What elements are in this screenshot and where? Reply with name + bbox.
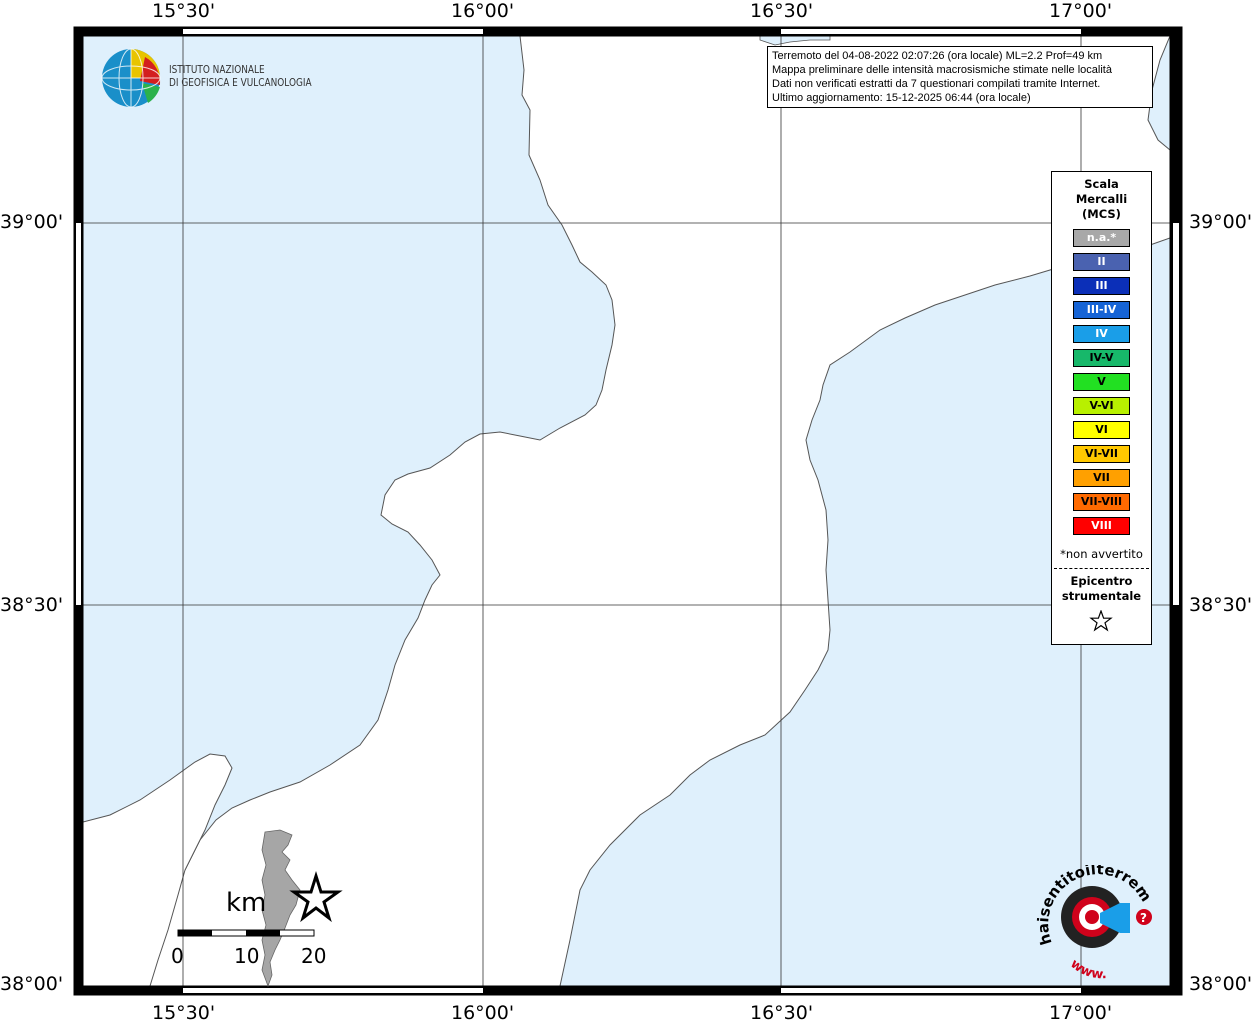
legend-swatch: III-IV [1073, 301, 1130, 319]
top-lon-label-4: 17°00' [1049, 0, 1113, 22]
info-line4: Ultimo aggiornamento: 15-12-2025 06:44 (… [772, 92, 1031, 104]
right-lat-label-2: 38°30' [1189, 594, 1253, 616]
scale-unit-label: km [226, 888, 267, 918]
top-lon-label-3: 16°30' [750, 0, 814, 22]
scale-label-20: 20 [301, 944, 327, 968]
info-line2: Mappa preliminare delle intensità macros… [772, 64, 1112, 76]
left-lat-label-3: 38°00' [0, 973, 64, 995]
legend-epicenter-label: Epicentro strumentale [1052, 574, 1151, 604]
bottom-lon-label-3: 16°30' [750, 1002, 814, 1024]
legend-note: *non avvertito [1060, 547, 1143, 561]
legend-swatch: VI [1073, 421, 1130, 439]
legend-title-line2: Mercalli [1075, 192, 1128, 206]
legend-swatch: n.a.* [1073, 229, 1130, 247]
legend-title-line1: Scala [1084, 177, 1119, 191]
legend-star-icon [1089, 610, 1113, 632]
logo-line2: DI GEOFISICA E VULCANOLOGIA [169, 77, 312, 89]
legend-swatch: VII-VIII [1073, 493, 1130, 511]
svg-text:?: ? [1140, 911, 1147, 925]
legend-swatch: VI-VII [1073, 445, 1130, 463]
ingv-logo-text: ISTITUTO NAZIONALE DI GEOFISICA E VULCAN… [169, 64, 312, 90]
legend-swatch: III [1073, 277, 1130, 295]
scale-label-10: 10 [234, 944, 260, 968]
bottom-lon-label-2: 16°00' [451, 1002, 515, 1024]
haisentito-www: www. [1067, 956, 1107, 980]
legend-divider [1054, 568, 1149, 569]
svg-text:www.: www. [1067, 956, 1107, 980]
legend-swatch: IV [1073, 325, 1130, 343]
haisentito-logo-icon: haisentitoilterremoto.it www. ? [1030, 865, 1155, 980]
info-line1: Terremoto del 04-08-2022 02:07:26 (ora l… [772, 50, 1103, 62]
legend-swatch: VIII [1073, 517, 1130, 535]
bottom-lon-label-1: 15°30' [152, 1002, 216, 1024]
legend-swatch: V-VI [1073, 397, 1130, 415]
right-lat-label-3: 38°00' [1189, 973, 1253, 995]
top-lon-label-1: 15°30' [152, 0, 216, 22]
mcs-legend: Scala Mercalli (MCS) n.a.* II III III-IV IV I… [1051, 171, 1152, 645]
legend-swatch: V [1073, 373, 1130, 391]
legend-epicenter-line2: strumentale [1061, 589, 1142, 603]
legend-title-line3: (MCS) [1082, 207, 1121, 221]
scale-label-0: 0 [171, 944, 184, 968]
legend-epicenter-line1: Epicentro [1070, 574, 1133, 588]
legend-swatch: II [1073, 253, 1130, 271]
legend-swatch: VII [1073, 469, 1130, 487]
legend-swatch: IV-V [1073, 349, 1130, 367]
left-lat-label-1: 39°00' [0, 211, 64, 233]
info-line3: Dati non verificati estratti da 7 questi… [772, 78, 1101, 90]
logo-line1: ISTITUTO NAZIONALE [169, 64, 265, 76]
top-lon-label-2: 16°00' [451, 0, 515, 22]
legend-title: Scala Mercalli (MCS) [1052, 177, 1151, 222]
bottom-lon-label-4: 17°00' [1049, 1002, 1113, 1024]
ingv-logo-icon [101, 48, 161, 108]
scale-bar [177, 929, 315, 937]
right-lat-label-1: 39°00' [1189, 211, 1253, 233]
left-lat-label-2: 38°30' [0, 594, 64, 616]
event-info-box: Terremoto del 04-08-2022 02:07:26 (ora l… [767, 46, 1153, 108]
